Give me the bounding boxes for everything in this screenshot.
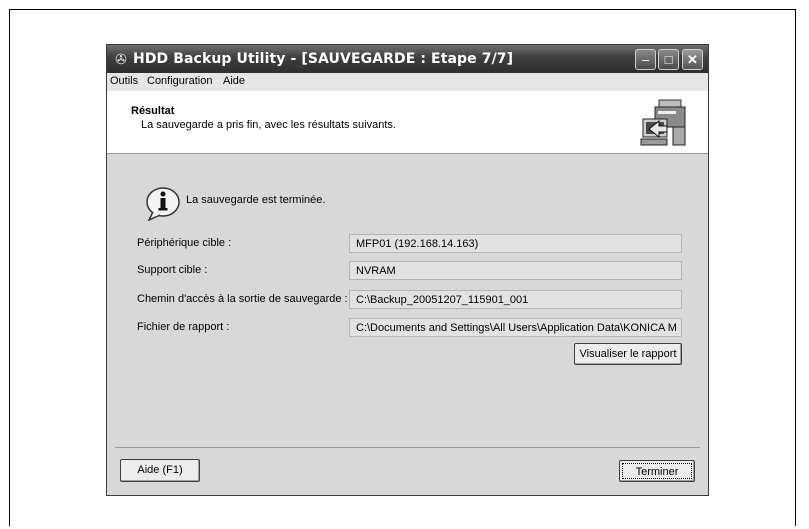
maximize-button[interactable]: □ — [658, 49, 679, 70]
close-button[interactable]: ✕ — [682, 49, 703, 70]
menu-configuration[interactable]: Configuration — [147, 75, 212, 87]
info-icon — [146, 187, 180, 221]
report-file-value: C:\Documents and Settings\All Users\Appl… — [349, 318, 682, 337]
backup-path-label: Chemin d'accès à la sortie de sauvegarde… — [137, 293, 348, 305]
window-title: HDD Backup Utility - [SAUVEGARDE : Etape… — [133, 51, 514, 67]
menu-outils[interactable]: Outils — [110, 75, 138, 87]
target-device-value: MFP01 (192.168.14.163) — [349, 234, 682, 253]
finish-button-label: Terminer — [622, 463, 692, 479]
footer-divider — [115, 447, 700, 448]
printer-computer-icon — [640, 99, 686, 146]
target-media-label: Support cible : — [137, 264, 208, 276]
title-bar[interactable]: ✇ HDD Backup Utility - [SAUVEGARDE : Eta… — [107, 45, 708, 73]
app-icon: ✇ — [115, 51, 127, 67]
report-file-label: Fichier de rapport : — [137, 321, 230, 333]
backup-path-value: C:\Backup_20051207_115901_001 — [349, 290, 682, 309]
header-subtitle: La sauvegarde a pris fin, avec les résul… — [141, 119, 396, 131]
minimize-button[interactable]: – — [635, 49, 656, 70]
menu-bar: Outils Configuration Aide — [107, 73, 708, 91]
header-title: Résultat — [131, 105, 175, 117]
help-button[interactable]: Aide (F1) — [120, 459, 200, 482]
hdd-backup-window: ✇ HDD Backup Utility - [SAUVEGARDE : Eta… — [106, 44, 709, 496]
target-media-value: NVRAM — [349, 261, 682, 280]
target-device-label: Périphérique cible : — [137, 237, 232, 249]
header-panel: Résultat La sauvegarde a pris fin, avec … — [107, 91, 708, 154]
status-message: La sauvegarde est terminée. — [186, 194, 326, 206]
finish-button[interactable]: Terminer — [619, 460, 695, 482]
menu-aide[interactable]: Aide — [223, 75, 245, 87]
view-report-button[interactable]: Visualiser le rapport — [574, 343, 682, 365]
